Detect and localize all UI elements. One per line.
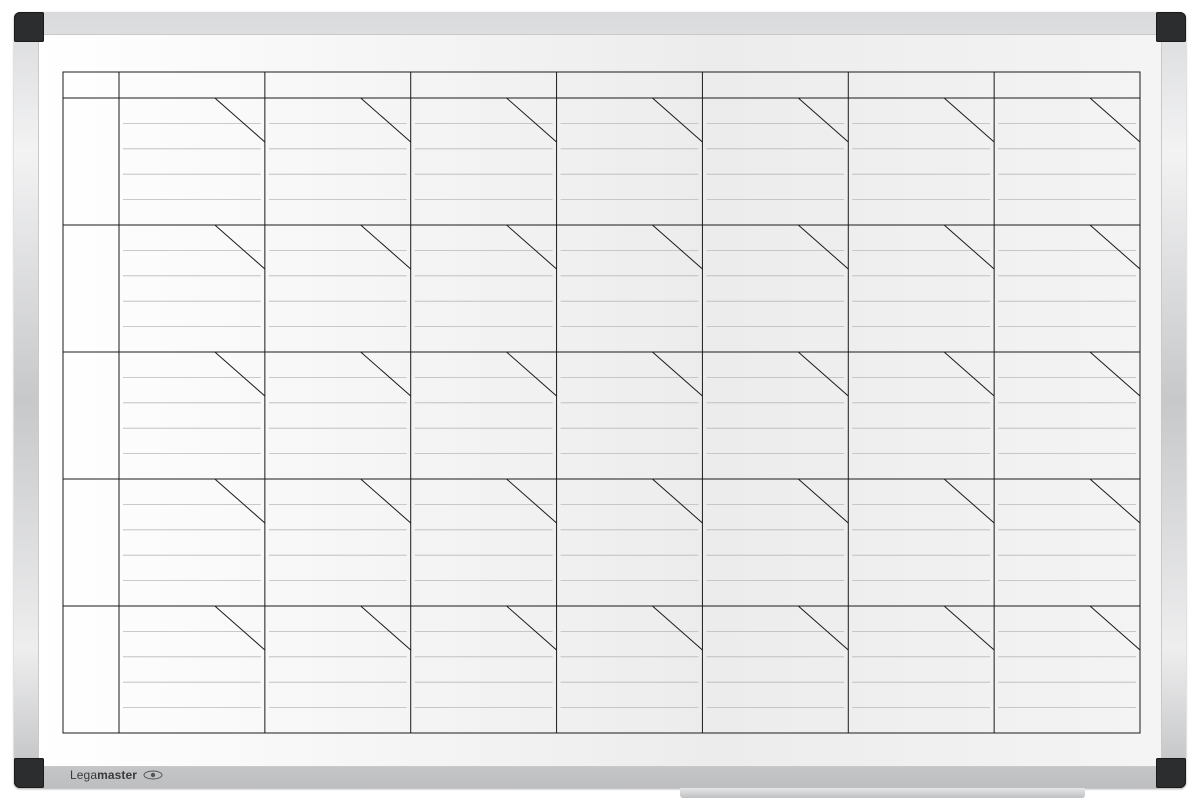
- day-number-diagonal: [360, 97, 412, 143]
- eye-logo-icon: [143, 770, 163, 780]
- day-number-diagonal: [652, 97, 703, 143]
- day-cell[interactable]: [560, 605, 703, 708]
- day-number-diagonal: [1089, 97, 1141, 143]
- day-cell[interactable]: [852, 478, 995, 581]
- day-number-diagonal: [943, 605, 995, 651]
- brand-name-suffix: master: [97, 768, 138, 782]
- day-cell[interactable]: [706, 605, 849, 708]
- day-number-diagonal: [214, 605, 266, 651]
- day-number-diagonal: [506, 97, 557, 143]
- day-number-diagonal: [214, 97, 266, 143]
- day-cell[interactable]: [852, 224, 995, 328]
- day-number-diagonal: [506, 478, 557, 524]
- brand-logo: Legamaster: [70, 768, 163, 782]
- day-number-diagonal: [506, 351, 557, 397]
- day-number-diagonal: [943, 351, 995, 397]
- day-number-diagonal: [652, 224, 703, 270]
- day-number-diagonal: [360, 351, 412, 397]
- day-cell[interactable]: [560, 351, 703, 455]
- day-number-diagonal: [1089, 224, 1141, 270]
- day-cell[interactable]: [123, 605, 266, 708]
- day-cell[interactable]: [268, 351, 412, 455]
- day-number-diagonal: [506, 224, 557, 270]
- day-cell[interactable]: [268, 605, 412, 708]
- day-number-diagonal: [360, 224, 412, 270]
- day-cell[interactable]: [123, 478, 266, 581]
- day-cell[interactable]: [268, 224, 412, 328]
- day-cell[interactable]: [414, 351, 557, 455]
- day-cell[interactable]: [414, 97, 557, 201]
- day-number-diagonal: [360, 605, 412, 651]
- day-number-diagonal: [1089, 605, 1141, 651]
- day-cell[interactable]: [706, 351, 849, 455]
- whiteboard: Legamaster: [0, 0, 1200, 808]
- day-cell[interactable]: [852, 97, 995, 201]
- day-cell[interactable]: [706, 97, 849, 201]
- monthly-planner-grid: [62, 71, 1141, 734]
- day-number-diagonal: [797, 605, 849, 651]
- day-number-diagonal: [1089, 478, 1141, 524]
- day-number-diagonal: [652, 478, 703, 524]
- day-cell[interactable]: [998, 97, 1141, 201]
- day-number-diagonal: [797, 97, 849, 143]
- day-number-diagonal: [943, 224, 995, 270]
- day-cell[interactable]: [123, 97, 266, 201]
- day-cell[interactable]: [852, 605, 995, 708]
- day-number-diagonal: [1089, 351, 1141, 397]
- day-number-diagonal: [506, 605, 557, 651]
- day-cell[interactable]: [998, 224, 1141, 328]
- day-cell[interactable]: [852, 351, 995, 455]
- day-number-diagonal: [797, 351, 849, 397]
- day-number-diagonal: [797, 224, 849, 270]
- day-cell[interactable]: [414, 478, 557, 581]
- day-number-diagonal: [214, 478, 266, 524]
- day-number-diagonal: [214, 351, 266, 397]
- brand-name: Legamaster: [70, 768, 137, 782]
- day-cell[interactable]: [414, 224, 557, 328]
- day-cell[interactable]: [560, 478, 703, 581]
- day-number-diagonal: [652, 605, 703, 651]
- day-cell[interactable]: [706, 478, 849, 581]
- day-number-diagonal: [797, 478, 849, 524]
- day-cell[interactable]: [706, 224, 849, 328]
- day-number-diagonal: [214, 224, 266, 270]
- day-cell[interactable]: [123, 351, 266, 455]
- day-number-diagonal: [943, 97, 995, 143]
- day-cell[interactable]: [998, 478, 1141, 581]
- brand-name-prefix: Lega: [70, 768, 98, 782]
- day-cell[interactable]: [123, 224, 266, 328]
- day-cell[interactable]: [268, 97, 412, 201]
- day-cell[interactable]: [268, 478, 412, 581]
- day-cell[interactable]: [998, 351, 1141, 455]
- day-cell[interactable]: [998, 605, 1141, 708]
- day-number-diagonal: [360, 478, 412, 524]
- day-cell[interactable]: [560, 97, 703, 201]
- day-cell[interactable]: [414, 605, 557, 708]
- day-number-diagonal: [943, 478, 995, 524]
- day-cell[interactable]: [560, 224, 703, 328]
- day-number-diagonal: [652, 351, 703, 397]
